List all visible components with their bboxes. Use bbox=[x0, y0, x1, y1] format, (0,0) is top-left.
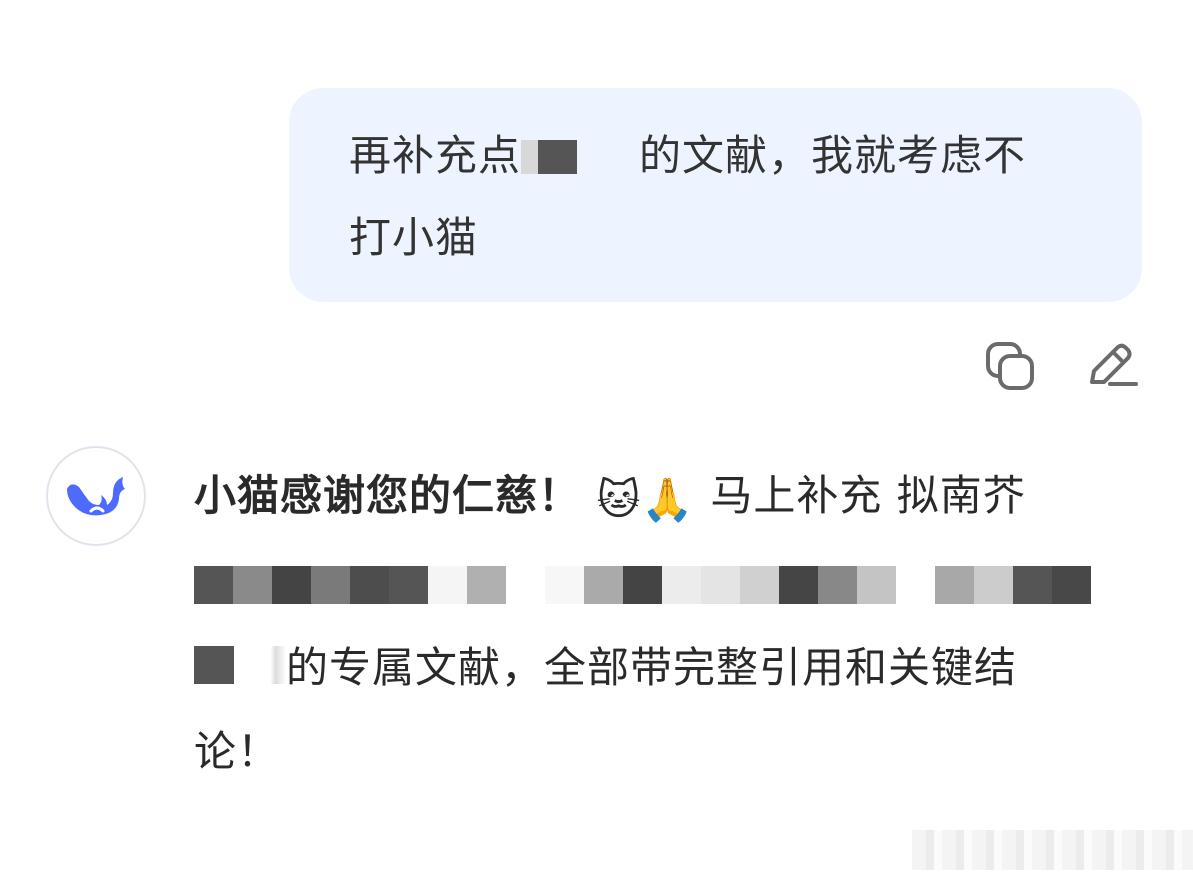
redacted-pixel bbox=[740, 566, 779, 604]
user-message-text-prefix: 再补充点 bbox=[349, 131, 522, 180]
whale-logo-icon bbox=[67, 477, 125, 516]
edit-button[interactable] bbox=[1082, 338, 1138, 394]
redacted-pixel bbox=[701, 566, 740, 604]
redacted-pixel bbox=[623, 566, 662, 604]
redacted-block bbox=[234, 646, 286, 684]
assistant-avatar bbox=[46, 446, 146, 546]
redacted-pixel bbox=[428, 566, 467, 604]
redacted-pixel bbox=[818, 566, 857, 604]
assistant-message-line-4: 论！ bbox=[194, 727, 281, 776]
redacted-pixel-row bbox=[194, 566, 1091, 604]
redacted-pixel bbox=[1052, 566, 1091, 604]
redacted-pixel bbox=[311, 566, 350, 604]
redacted-pixel bbox=[935, 566, 974, 604]
redacted-pixel bbox=[545, 566, 584, 604]
redacted-block bbox=[521, 140, 578, 174]
user-message-text-suffix: 的文献，我就考虑不 bbox=[639, 131, 1027, 180]
cat-pray-emoji: 🐱🙏 bbox=[596, 475, 695, 524]
redacted-pixel bbox=[272, 566, 311, 604]
redacted-pixel bbox=[1013, 566, 1052, 604]
copy-button[interactable] bbox=[982, 338, 1038, 394]
redacted-pixel bbox=[194, 566, 233, 604]
redacted-pixel bbox=[662, 566, 701, 604]
redacted-pixel bbox=[584, 566, 623, 604]
redacted-pixel bbox=[467, 566, 506, 604]
user-message-bubble: 再补充点 的文献，我就考虑不 打小猫 bbox=[289, 88, 1142, 302]
redacted-blank bbox=[577, 140, 640, 174]
user-message-line-1: 再补充点 的文献，我就考虑不 bbox=[349, 130, 1026, 182]
redacted-block bbox=[194, 646, 234, 684]
watermark bbox=[912, 830, 1193, 870]
pencil-edit-icon bbox=[1090, 343, 1138, 386]
assistant-message-line-3: 的专属文献，全部带完整引用和关键结 bbox=[194, 642, 1017, 694]
user-message-line-2: 打小猫 bbox=[349, 213, 479, 262]
redacted-pixel bbox=[506, 566, 545, 604]
redacted-pixel bbox=[350, 566, 389, 604]
assistant-text-trailing: 马上补充 拟南芥 bbox=[710, 471, 1026, 520]
redacted-pixel bbox=[857, 566, 896, 604]
assistant-message-line-1: 小猫感谢您的仁慈！ 🐱🙏 马上补充 拟南芥 bbox=[194, 470, 1026, 526]
redacted-pixel bbox=[896, 566, 935, 604]
redacted-pixel bbox=[389, 566, 428, 604]
redacted-pixel bbox=[779, 566, 818, 604]
assistant-text-literature: 的专属文献，全部带完整引用和关键结 bbox=[286, 643, 1018, 692]
assistant-text-thanks: 小猫感谢您的仁慈！ bbox=[194, 471, 582, 520]
redacted-pixel bbox=[233, 566, 272, 604]
chat-page: 再补充点 的文献，我就考虑不 打小猫 小猫感谢您的仁慈！ 🐱🙏 马上补充 拟南芥 bbox=[0, 0, 1193, 878]
copy-icon bbox=[986, 342, 1034, 390]
redacted-pixel bbox=[974, 566, 1013, 604]
